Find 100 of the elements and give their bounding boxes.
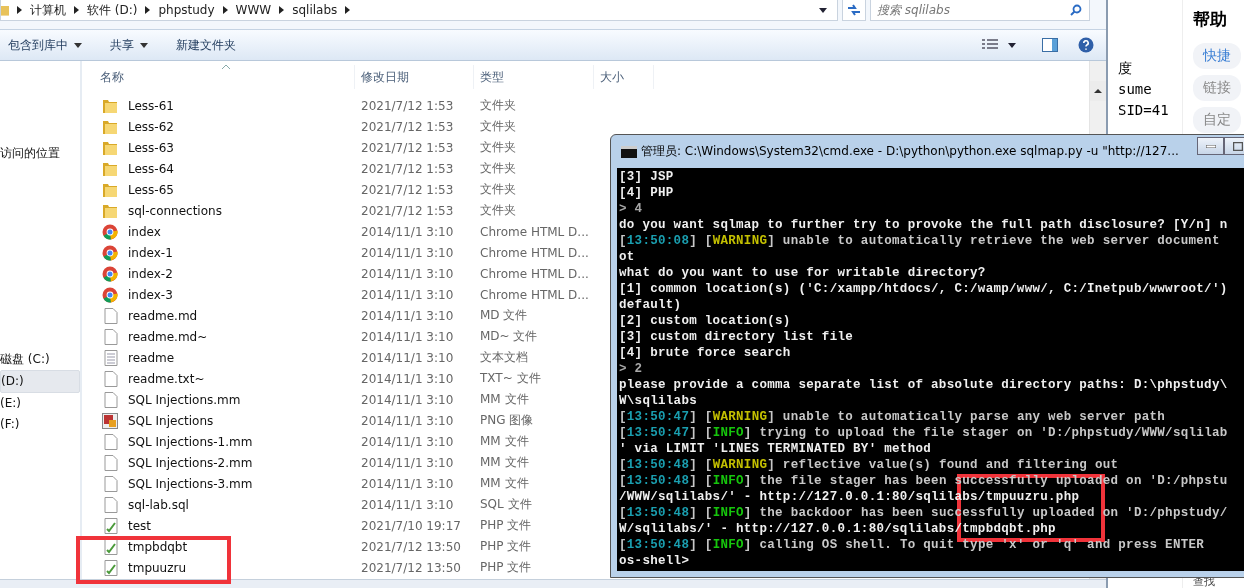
document-icon [104, 370, 118, 387]
file-name[interactable]: tmpbdqbt [122, 539, 188, 554]
refresh-icon [847, 4, 861, 16]
file-name[interactable]: readme.txt~ [122, 371, 205, 386]
column-header[interactable]: 大小 [594, 65, 654, 89]
file-name[interactable]: SQL Injections [122, 413, 214, 428]
breadcrumb-item[interactable]: 软件 (D:) [87, 1, 138, 19]
maximize-icon [1232, 141, 1243, 151]
file-name[interactable]: SQL Injections-2.mm [122, 455, 253, 470]
file-name[interactable]: Less-63 [122, 140, 174, 155]
file-name[interactable]: test [122, 518, 152, 533]
file-name[interactable]: index-2 [122, 266, 173, 281]
table-cell-text: 2021/7/12 1:53 [360, 182, 455, 197]
navigation-item[interactable]: (F:) [0, 414, 80, 435]
file-name[interactable]: tmpuuzru [122, 560, 187, 575]
toolbar-button[interactable]: 包含到库中 [8, 36, 82, 54]
table-cell-text: 2014/11/1 3:10 [360, 329, 455, 344]
navigation-item[interactable]: (E:) [0, 393, 80, 414]
toolbar-button[interactable]: 共享 [110, 36, 148, 54]
console-line: ot [619, 249, 636, 265]
breadcrumb-item[interactable]: 计算机 [30, 1, 66, 19]
folder-icon [1, 3, 9, 17]
navigation-item[interactable]: 访问的位置 [0, 143, 80, 164]
scroll-up-icon [1094, 89, 1102, 93]
refresh-button[interactable] [842, 0, 866, 21]
document-icon [104, 391, 118, 408]
caret-icon[interactable] [1008, 42, 1016, 48]
maximize-button[interactable] [1224, 137, 1244, 155]
file-name[interactable]: Less-65 [122, 182, 174, 197]
console-line: > 2 [619, 361, 644, 377]
page-text: SID=41 [1118, 101, 1170, 120]
table-cell-text: 2014/11/1 3:10 [360, 224, 455, 239]
console-icon [621, 145, 637, 158]
file-name[interactable]: sql-connections [122, 203, 222, 218]
table-cell-text: 2021/7/12 1:53 [360, 140, 455, 155]
minimize-icon [1205, 144, 1216, 148]
table-cell-text: Chrome HTML D... [479, 245, 590, 260]
toolbar-button[interactable]: 新建文件夹 [176, 36, 236, 54]
chevron-icon [74, 6, 79, 14]
chevron-icon [145, 6, 151, 14]
dropdown-icon[interactable] [819, 7, 827, 13]
round-logo-icon [102, 223, 118, 240]
table-cell-text: MD 文件 [479, 307, 529, 324]
file-name[interactable]: index [122, 224, 161, 239]
console-line: os-shell> [619, 553, 691, 569]
image-file-icon [102, 412, 118, 429]
file-name[interactable]: Less-61 [122, 98, 174, 113]
column-header[interactable]: 名称 [82, 65, 355, 89]
column-header[interactable]: 修改日期 [355, 65, 474, 89]
text-file-icon [104, 349, 118, 366]
pill-button[interactable]: 快捷 [1193, 43, 1241, 69]
console-line: [13:50:47] [WARNING] unable to automatically parse any web server path [619, 409, 1167, 425]
console-line: do you want sqlmap to further try to provoke the full path disclosure? [Y/n] n [619, 217, 1229, 233]
search-field[interactable]: 搜索 sqlilabs [870, 0, 1090, 21]
document-icon [104, 307, 118, 324]
search-icon [1070, 4, 1082, 16]
file-name[interactable]: index-1 [122, 245, 173, 260]
navigation-item[interactable]: 磁盘 (C:) [0, 349, 80, 370]
chevron-icon [222, 6, 228, 14]
minimize-button[interactable] [1197, 137, 1224, 155]
preview-pane-icon[interactable] [1042, 38, 1058, 52]
address-bar[interactable]: 计算机 软件 (D:) phpstudy WWW sqlilabs [0, 0, 838, 21]
table-cell-text: MM 文件 [479, 475, 530, 492]
table-cell-text: 2021/7/10 19:17 [360, 518, 462, 533]
console-line: [13:50:08] [WARNING] unable to automatically retrieve the web server document [619, 233, 1221, 249]
file-name[interactable]: SQL Injections-3.mm [122, 476, 253, 491]
file-name[interactable]: readme.md~ [122, 329, 208, 344]
file-name[interactable]: SQL Injections.mm [122, 392, 241, 407]
console-line: what do you want to use for writable directory? [619, 265, 987, 281]
file-name[interactable]: index-3 [122, 287, 173, 302]
console-line: [2] custom location(s) [619, 313, 792, 329]
file-name[interactable]: Less-62 [122, 119, 174, 134]
console-line: [4] PHP [619, 185, 675, 201]
file-name[interactable]: readme.md [122, 308, 198, 323]
table-cell-text: 2014/11/1 3:10 [360, 434, 455, 449]
table-cell-text: Chrome HTML D... [479, 224, 590, 239]
table-cell-text: 2021/7/12 1:53 [360, 161, 455, 176]
table-cell-text: 2014/11/1 3:10 [360, 287, 455, 302]
console-line: [4] brute force search [619, 345, 792, 361]
file-name[interactable]: Less-64 [122, 161, 174, 176]
file-name[interactable]: sql-lab.sql [122, 497, 189, 512]
breadcrumb-item[interactable]: phpstudy [158, 3, 215, 17]
table-cell-text: 2014/11/1 3:10 [360, 476, 455, 491]
breadcrumb-item[interactable]: sqlilabs [292, 3, 338, 17]
chevron-icon [279, 6, 285, 14]
view-icon[interactable] [982, 39, 998, 51]
round-logo-icon [102, 286, 118, 303]
table-cell-text: 文件夹 [479, 97, 517, 114]
table-cell-text: 2014/11/1 3:10 [360, 497, 455, 512]
file-name[interactable]: readme [122, 350, 175, 365]
help-icon[interactable] [1078, 37, 1094, 53]
breadcrumb-item[interactable]: WWW [235, 3, 272, 17]
navigation-item[interactable]: (D:) [0, 370, 80, 393]
document-icon [104, 433, 118, 450]
folder-icon [102, 97, 118, 114]
round-logo-icon [102, 265, 118, 282]
table-cell-text: 2014/11/1 3:10 [360, 455, 455, 470]
scroll-up-button[interactable] [1090, 81, 1106, 101]
column-header[interactable]: 类型 [474, 65, 594, 89]
file-name[interactable]: SQL Injections-1.mm [122, 434, 253, 449]
